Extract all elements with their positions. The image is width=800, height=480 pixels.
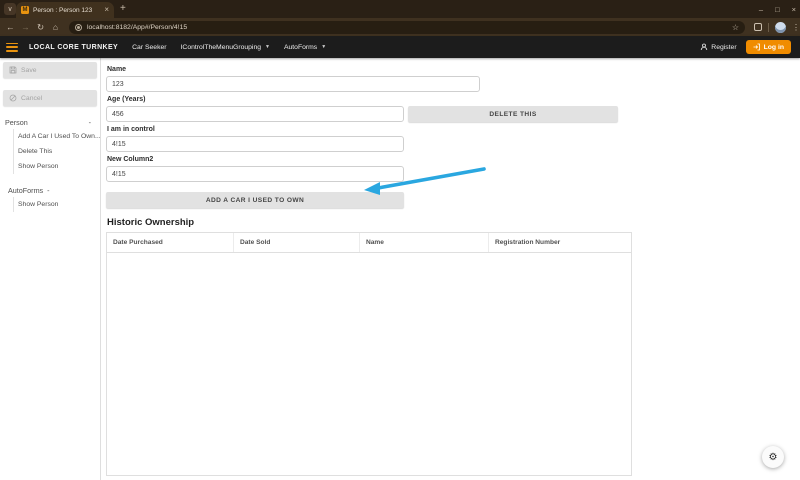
sidebar-item-delete-this[interactable]: Delete This [14, 144, 100, 159]
bookmark-star-icon[interactable]: ☆ [732, 23, 739, 32]
main-content: Name Age (Years) DELETE THIS I am in con… [102, 58, 800, 480]
app-navbar: LOCAL CORE TURNKEY Car Seeker IControlTh… [0, 36, 800, 58]
profile-avatar[interactable] [775, 22, 786, 33]
delete-this-button[interactable]: DELETE THIS [408, 106, 618, 122]
browser-tab[interactable]: M Person : Person 123 × [16, 2, 114, 18]
name-field[interactable] [106, 76, 480, 92]
extensions-icon[interactable] [754, 23, 762, 31]
col-name[interactable]: Name [360, 233, 489, 252]
save-icon [9, 66, 17, 74]
cancel-button[interactable]: Cancel [3, 90, 97, 106]
login-icon [753, 43, 761, 51]
sidebar: Save Cancel Person - Add A Car I Used To… [0, 58, 101, 480]
menu-label: AutoForms [284, 44, 317, 51]
register-label: Register [711, 44, 736, 51]
tab-close-icon[interactable]: × [104, 6, 109, 14]
cancel-label: Cancel [21, 95, 42, 102]
browser-tab-strip: ∨ M Person : Person 123 × + – □ × [0, 0, 800, 18]
sidebar-person-items: Add A Car I Used To Own... Delete This S… [13, 129, 100, 174]
address-bar[interactable]: localhost:8182/App#/Person/4!15 ☆ [69, 21, 745, 34]
minimize-icon[interactable]: – [759, 5, 763, 14]
collapse-indicator: - [47, 186, 49, 195]
gear-icon: ⚙ [769, 452, 778, 463]
new-column2-field[interactable] [106, 166, 404, 182]
forward-icon[interactable]: → [18, 22, 33, 32]
sidebar-section-autoforms[interactable]: AutoForms - [0, 184, 100, 197]
person-icon [700, 43, 708, 51]
col-date-purchased[interactable]: Date Purchased [107, 233, 234, 252]
i-am-in-control-field[interactable] [106, 136, 404, 152]
cancel-icon [9, 94, 17, 102]
historic-ownership-table: Date Purchased Date Sold Name Registrati… [106, 232, 632, 476]
refresh-icon[interactable]: ↻ [33, 22, 48, 33]
tab-title: Person : Person 123 [33, 7, 100, 14]
menu-item-autoforms[interactable]: AutoForms ▼ [284, 44, 326, 51]
section-title: AutoForms [8, 186, 43, 195]
new-tab-button[interactable]: + [120, 4, 126, 14]
sidebar-autoforms-items: Show Person [13, 197, 100, 212]
field-label-age: Age (Years) [107, 96, 636, 103]
age-field[interactable] [106, 106, 404, 122]
back-icon[interactable]: ← [3, 22, 18, 32]
chevron-down-icon: ∨ [7, 5, 12, 13]
menu-label: IControlTheMenuGrouping [181, 44, 261, 51]
login-label: Log in [764, 44, 784, 51]
add-a-car-button[interactable]: ADD A CAR I USED TO OWN [106, 192, 404, 208]
toolbar-divider [768, 23, 769, 32]
hamburger-menu-icon[interactable] [6, 43, 18, 52]
brand-title[interactable]: LOCAL CORE TURNKEY [29, 44, 118, 51]
site-info-icon[interactable] [75, 24, 82, 31]
save-button[interactable]: Save [3, 62, 97, 78]
appbar-right: Register Log in [700, 40, 800, 54]
window-close-icon[interactable]: × [792, 5, 796, 14]
browser-menu-icon[interactable]: ⋮ [792, 23, 800, 32]
section-title: Person [5, 118, 28, 127]
sidebar-item-show-person-2[interactable]: Show Person [14, 197, 100, 212]
settings-fab[interactable]: ⚙ [762, 446, 784, 468]
table-body-empty [107, 253, 631, 475]
field-label-new-column2: New Column2 [107, 156, 636, 163]
login-button[interactable]: Log in [746, 40, 791, 54]
save-label: Save [21, 67, 37, 74]
field-label-i-am-in-control: I am in control [107, 126, 636, 133]
menu-item-icontrolthemenugrouping[interactable]: IControlTheMenuGrouping ▼ [181, 44, 270, 51]
collapse-indicator: - [89, 118, 91, 127]
sidebar-item-add-a-car[interactable]: Add A Car I Used To Own... [14, 129, 100, 144]
table-header-row: Date Purchased Date Sold Name Registrati… [107, 233, 631, 253]
field-label-name: Name [107, 66, 636, 73]
browser-toolbar: ← → ↻ ⌂ localhost:8182/App#/Person/4!15 … [0, 18, 800, 36]
historic-ownership-title: Historic Ownership [107, 217, 636, 228]
register-link[interactable]: Register [700, 43, 736, 51]
sidebar-section-person[interactable]: Person - [0, 116, 100, 129]
menu-item-car-seeker[interactable]: Car Seeker [132, 44, 166, 51]
chevron-down-icon: ▼ [265, 44, 270, 50]
menu-label: Car Seeker [132, 44, 166, 51]
url-text[interactable]: localhost:8182/App#/Person/4!15 [87, 24, 732, 31]
tab-search-button[interactable]: ∨ [4, 3, 16, 15]
maximize-icon[interactable]: □ [775, 5, 780, 14]
chevron-down-icon: ▼ [321, 44, 326, 50]
sidebar-item-show-person[interactable]: Show Person [14, 159, 100, 174]
window-controls: – □ × [759, 0, 796, 18]
home-icon[interactable]: ⌂ [48, 22, 63, 32]
favicon-icon: M [21, 6, 29, 14]
col-date-sold[interactable]: Date Sold [234, 233, 360, 252]
col-registration-number[interactable]: Registration Number [489, 233, 631, 252]
